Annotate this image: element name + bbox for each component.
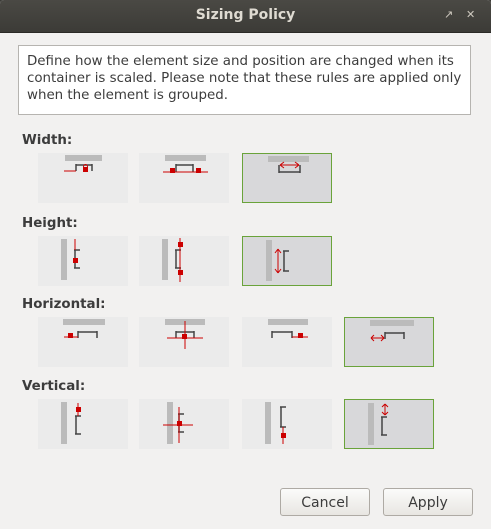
height-fixed-top-bottom-option[interactable] [139,236,229,286]
vertical-label: Vertical: [22,379,86,394]
horizontal-label: Horizontal: [22,297,106,312]
anchor-top-option[interactable] [38,399,128,449]
horizontal-scale-option[interactable] [344,317,434,367]
sizing-policy-dialog: Sizing Policy ↗ ✕ Define how the element… [0,0,491,529]
height-scale-option[interactable] [242,236,332,286]
anchor-center-option[interactable] [139,317,229,367]
anchor-bottom-option[interactable] [242,399,332,449]
width-label: Width: [22,133,73,148]
cancel-button[interactable]: Cancel [280,488,370,516]
resize-icon[interactable]: ↗ [444,9,453,21]
anchor-middle-option[interactable] [139,399,229,449]
anchor-left-option[interactable] [38,317,128,367]
close-icon[interactable]: ✕ [466,9,475,21]
description-box: Define how the element size and position… [18,45,471,115]
width-scale-option[interactable] [242,153,332,203]
apply-button[interactable]: Apply [383,488,473,516]
width-fixed-option[interactable] [38,153,128,203]
height-fixed-option[interactable] [38,236,128,286]
anchor-right-option[interactable] [242,317,332,367]
titlebar[interactable]: Sizing Policy ↗ ✕ [0,0,491,33]
width-fixed-left-right-option[interactable] [139,153,229,203]
height-label: Height: [22,216,78,231]
window-title: Sizing Policy [195,7,296,23]
vertical-scale-option[interactable] [344,399,434,449]
